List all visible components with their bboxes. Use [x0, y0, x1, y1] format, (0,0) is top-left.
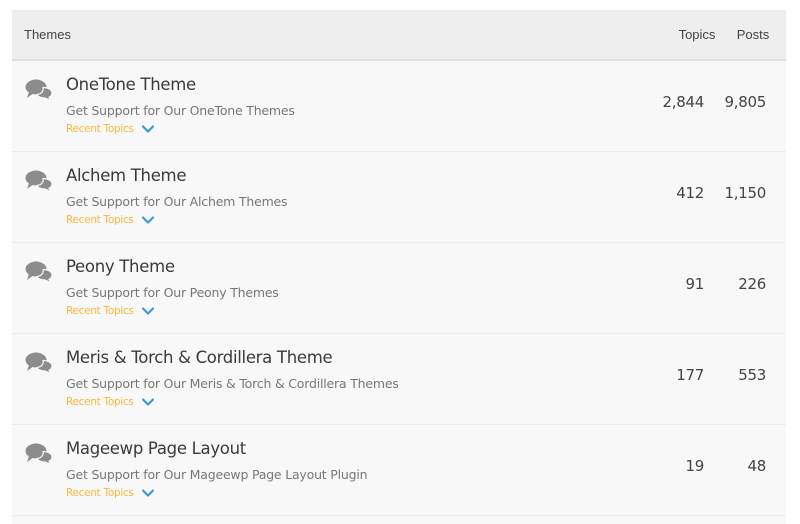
recent-topics-label: Recent Topics — [66, 123, 134, 135]
comments-icon — [25, 352, 53, 375]
topic-count: 2,844 — [662, 93, 705, 111]
comments-icon — [25, 443, 53, 466]
chevron-down-icon — [141, 216, 154, 224]
forum-description: Get Support for Our Alchem Themes — [66, 194, 288, 209]
forum-row: Alchem Theme Get Support for Our Alchem … — [12, 152, 786, 243]
forum-title-link[interactable]: Alchem Theme — [66, 166, 287, 186]
section-title: Themes — [24, 27, 71, 42]
forum-title-link[interactable]: Peony Theme — [66, 257, 279, 277]
recent-topics-label: Recent Topics — [66, 305, 134, 317]
chevron-down-icon — [141, 125, 154, 133]
post-count: 48 — [747, 457, 767, 475]
topics-column-header: Topics — [678, 27, 716, 42]
chevron-down-icon — [141, 398, 154, 406]
forum-title-link[interactable]: OneTone Theme — [66, 75, 295, 95]
recent-topics-label: Recent Topics — [66, 396, 134, 408]
recent-topics-label: Recent Topics — [66, 214, 134, 226]
recent-topics-toggle[interactable]: Recent Topics — [66, 396, 399, 408]
comments-icon — [25, 261, 53, 284]
chevron-down-icon — [141, 489, 154, 497]
forum-description: Get Support for Our Peony Themes — [66, 285, 279, 300]
topic-count: 19 — [685, 457, 705, 475]
recent-topics-toggle[interactable]: Recent Topics — [66, 214, 287, 226]
chevron-down-icon — [141, 307, 154, 315]
forum-list: Themes Topics Posts OneTone Theme Get Su… — [12, 10, 786, 524]
forum-description: Get Support for Our OneTone Themes — [66, 103, 295, 118]
topic-count: 412 — [676, 184, 704, 202]
forum-row: Meris & Torch & Cordillera Theme Get Sup… — [12, 334, 786, 425]
recent-topics-toggle[interactable]: Recent Topics — [66, 305, 279, 317]
forum-title-link[interactable]: Meris & Torch & Cordillera Theme — [66, 348, 399, 368]
recent-topics-toggle[interactable]: Recent Topics — [66, 123, 295, 135]
forum-row: Mageewp Page Layout Get Support for Our … — [12, 425, 786, 516]
forum-description: Get Support for Our Meris & Torch & Cord… — [66, 376, 399, 391]
forum-description: Get Support for Our Mageewp Page Layout … — [66, 467, 368, 482]
recent-topics-label: Recent Topics — [66, 487, 134, 499]
posts-column-header: Posts — [736, 27, 770, 42]
topic-count: 177 — [676, 366, 704, 384]
forum-list-header: Themes Topics Posts — [12, 10, 786, 61]
comments-icon — [25, 170, 53, 193]
post-count: 553 — [738, 366, 766, 384]
post-count: 226 — [738, 275, 766, 293]
post-count: 9,805 — [724, 93, 767, 111]
forum-row: Peony Theme Get Support for Our Peony Th… — [12, 243, 786, 334]
list-bottom-edge — [12, 516, 786, 524]
forum-title-link[interactable]: Mageewp Page Layout — [66, 439, 367, 459]
forum-row: OneTone Theme Get Support for Our OneTon… — [12, 61, 786, 152]
recent-topics-toggle[interactable]: Recent Topics — [66, 487, 367, 499]
post-count: 1,150 — [724, 184, 767, 202]
topic-count: 91 — [685, 275, 705, 293]
comments-icon — [25, 79, 53, 102]
